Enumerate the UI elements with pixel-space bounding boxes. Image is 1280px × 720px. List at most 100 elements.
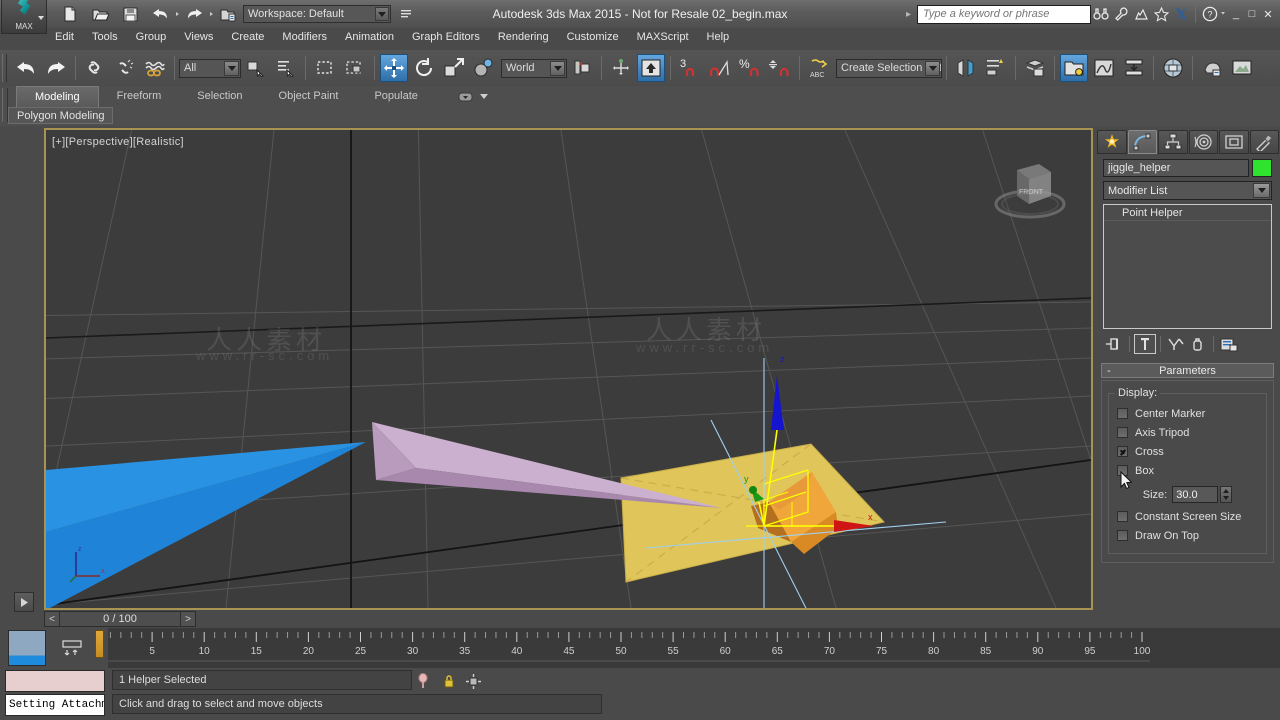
lock-selection-icon[interactable] <box>440 672 458 690</box>
menu-item-customize[interactable]: Customize <box>558 28 628 46</box>
select-object-icon[interactable] <box>242 54 270 82</box>
viewport-canvas[interactable]: z x y [+][Perspective][Realistic] 人人素材 w… <box>46 130 1091 608</box>
select-and-move-icon[interactable] <box>380 54 408 82</box>
chevron-down-icon[interactable] <box>550 60 565 76</box>
save-file-icon[interactable] <box>116 0 144 28</box>
previous-frame-arrow[interactable]: < <box>44 611 60 627</box>
modifier-stack[interactable]: Point Helper <box>1103 204 1272 329</box>
named-selection-set-combo[interactable]: Create Selection Set <box>836 58 942 78</box>
track-bar[interactable]: 5 10 15 20 25 30 35 40 45 50 55 60 65 70 75 80 85 90 95 100 <box>0 628 1280 668</box>
render-setup-icon[interactable] <box>1198 54 1226 82</box>
perspective-viewport[interactable]: z x y [+][Perspective][Realistic] 人人素材 w… <box>44 128 1093 610</box>
checkbox-box[interactable] <box>1117 446 1128 457</box>
time-slider-handle[interactable]: 0 / 100 <box>60 611 180 627</box>
open-file-icon[interactable] <box>86 0 114 28</box>
parameters-rollout-header[interactable]: - Parameters <box>1101 363 1274 378</box>
track-bar-ruler[interactable]: 5 10 15 20 25 30 35 40 45 50 55 60 65 70 75 80 85 90 95 100 <box>99 628 1280 668</box>
ribbon-tab-freeform[interactable]: Freeform <box>99 86 180 107</box>
use-center-flyout-icon[interactable] <box>470 54 498 82</box>
undo-icon[interactable] <box>12 54 40 82</box>
checkbox-cross[interactable]: Cross <box>1117 442 1258 461</box>
ribbon-tab-modeling[interactable]: Modeling <box>16 86 99 107</box>
select-and-rotate-icon[interactable] <box>410 54 438 82</box>
toggle-scene-explorer-icon[interactable] <box>1060 54 1088 82</box>
checkbox-constant-screen-size[interactable]: Constant Screen Size <box>1117 507 1258 526</box>
menu-item-edit[interactable]: Edit <box>46 28 83 46</box>
ribbon-tab-selection[interactable]: Selection <box>179 86 260 107</box>
undo-icon[interactable] <box>146 0 174 28</box>
toolbar-grip[interactable] <box>2 54 7 82</box>
object-name-field[interactable]: jiggle_helper <box>1103 159 1249 177</box>
menu-item-views[interactable]: Views <box>175 28 222 46</box>
select-and-link-icon[interactable] <box>81 54 109 82</box>
checkbox-box[interactable]: Box <box>1117 461 1258 480</box>
rendered-frame-window-icon[interactable] <box>1228 54 1256 82</box>
select-by-name-icon[interactable] <box>272 54 300 82</box>
object-color-swatch[interactable] <box>1252 159 1272 177</box>
pin-stack-icon[interactable] <box>1103 334 1125 354</box>
percent-snap-toggle-icon[interactable]: % <box>736 54 764 82</box>
align-icon[interactable] <box>982 54 1010 82</box>
remove-modifier-icon[interactable] <box>1187 334 1209 354</box>
modifier-stack-item[interactable]: Point Helper <box>1104 205 1271 221</box>
hierarchy-tab[interactable] <box>1158 130 1188 154</box>
open-mini-curve-editor-icon[interactable] <box>56 636 88 660</box>
size-spinner[interactable] <box>1220 486 1233 503</box>
ribbon-tab-populate[interactable]: Populate <box>356 86 435 107</box>
search-expand-icon[interactable]: ▸ <box>906 9 911 20</box>
search-input[interactable] <box>917 4 1091 24</box>
rectangular-selection-region-icon[interactable] <box>311 54 339 82</box>
absolute-relative-transform-toggle-icon[interactable] <box>464 672 482 690</box>
star-icon[interactable] <box>1151 4 1171 24</box>
make-unique-icon[interactable] <box>1165 334 1187 354</box>
chevron-down-icon[interactable] <box>375 7 389 21</box>
exchange-icon[interactable]: 𝕏 <box>1171 4 1191 24</box>
viewport-label[interactable]: [+][Perspective][Realistic] <box>52 136 184 148</box>
chevron-down-icon[interactable] <box>925 60 940 76</box>
viewcube[interactable]: FRONT <box>987 152 1073 222</box>
size-input[interactable]: 30.0 <box>1172 486 1219 503</box>
redo-icon[interactable] <box>180 0 208 28</box>
help-icon[interactable]: ? <box>1200 4 1220 24</box>
checkbox-axis-tripod[interactable]: Axis Tripod <box>1117 423 1258 442</box>
menu-item-help[interactable]: Help <box>698 28 739 46</box>
modify-tab[interactable] <box>1127 130 1157 154</box>
checkbox-center-marker[interactable]: Center Marker <box>1117 404 1258 423</box>
ribbon-tab-object-paint[interactable]: Object Paint <box>261 86 357 107</box>
schematic-view-icon[interactable] <box>1120 54 1148 82</box>
edit-named-selection-sets-icon[interactable]: ABC <box>805 54 833 82</box>
checkbox-draw-on-top[interactable]: Draw On Top <box>1117 526 1258 545</box>
menu-item-modifiers[interactable]: Modifiers <box>273 28 336 46</box>
next-frame-arrow[interactable]: > <box>180 611 196 627</box>
menu-item-create[interactable]: Create <box>222 28 273 46</box>
configure-modifier-sets-icon[interactable] <box>1218 334 1240 354</box>
menu-item-animation[interactable]: Animation <box>336 28 403 46</box>
utilities-tab[interactable] <box>1249 130 1279 154</box>
redo-icon[interactable] <box>42 54 70 82</box>
minimize-button[interactable]: _ <box>1228 4 1244 24</box>
chevron-down-icon[interactable] <box>1253 183 1270 198</box>
ribbon-panel-label[interactable]: Polygon Modeling <box>8 107 114 124</box>
mini-preview-swatch[interactable] <box>8 630 46 666</box>
display-tab[interactable] <box>1219 130 1249 154</box>
maxscript-prompt[interactable]: Setting Attachment <box>5 694 105 716</box>
snaps-toggle-icon[interactable] <box>637 54 665 82</box>
current-time-marker[interactable] <box>95 630 104 658</box>
app-menu-button[interactable]: MAX <box>1 0 47 34</box>
layer-manager-icon[interactable] <box>1021 54 1049 82</box>
reference-coordinate-combo[interactable]: World <box>501 58 567 78</box>
curve-editor-icon[interactable] <box>1090 54 1118 82</box>
maximize-button[interactable]: □ <box>1244 4 1260 24</box>
ribbon-options-dropdown[interactable] <box>458 89 498 104</box>
set-project-folder-icon[interactable] <box>214 0 242 28</box>
angle-snap-toggle-icon[interactable] <box>706 54 734 82</box>
wrench-icon[interactable] <box>1111 4 1131 24</box>
close-button[interactable]: ✕ <box>1260 4 1276 24</box>
expand-panel-button[interactable] <box>14 592 34 612</box>
chevron-down-icon[interactable] <box>224 60 239 76</box>
pin-stack-status-icon[interactable] <box>414 672 432 690</box>
checkbox-box[interactable] <box>1117 427 1128 438</box>
binoculars-icon[interactable] <box>1091 4 1111 24</box>
mirror-icon[interactable] <box>952 54 980 82</box>
create-tab[interactable] <box>1097 130 1127 154</box>
